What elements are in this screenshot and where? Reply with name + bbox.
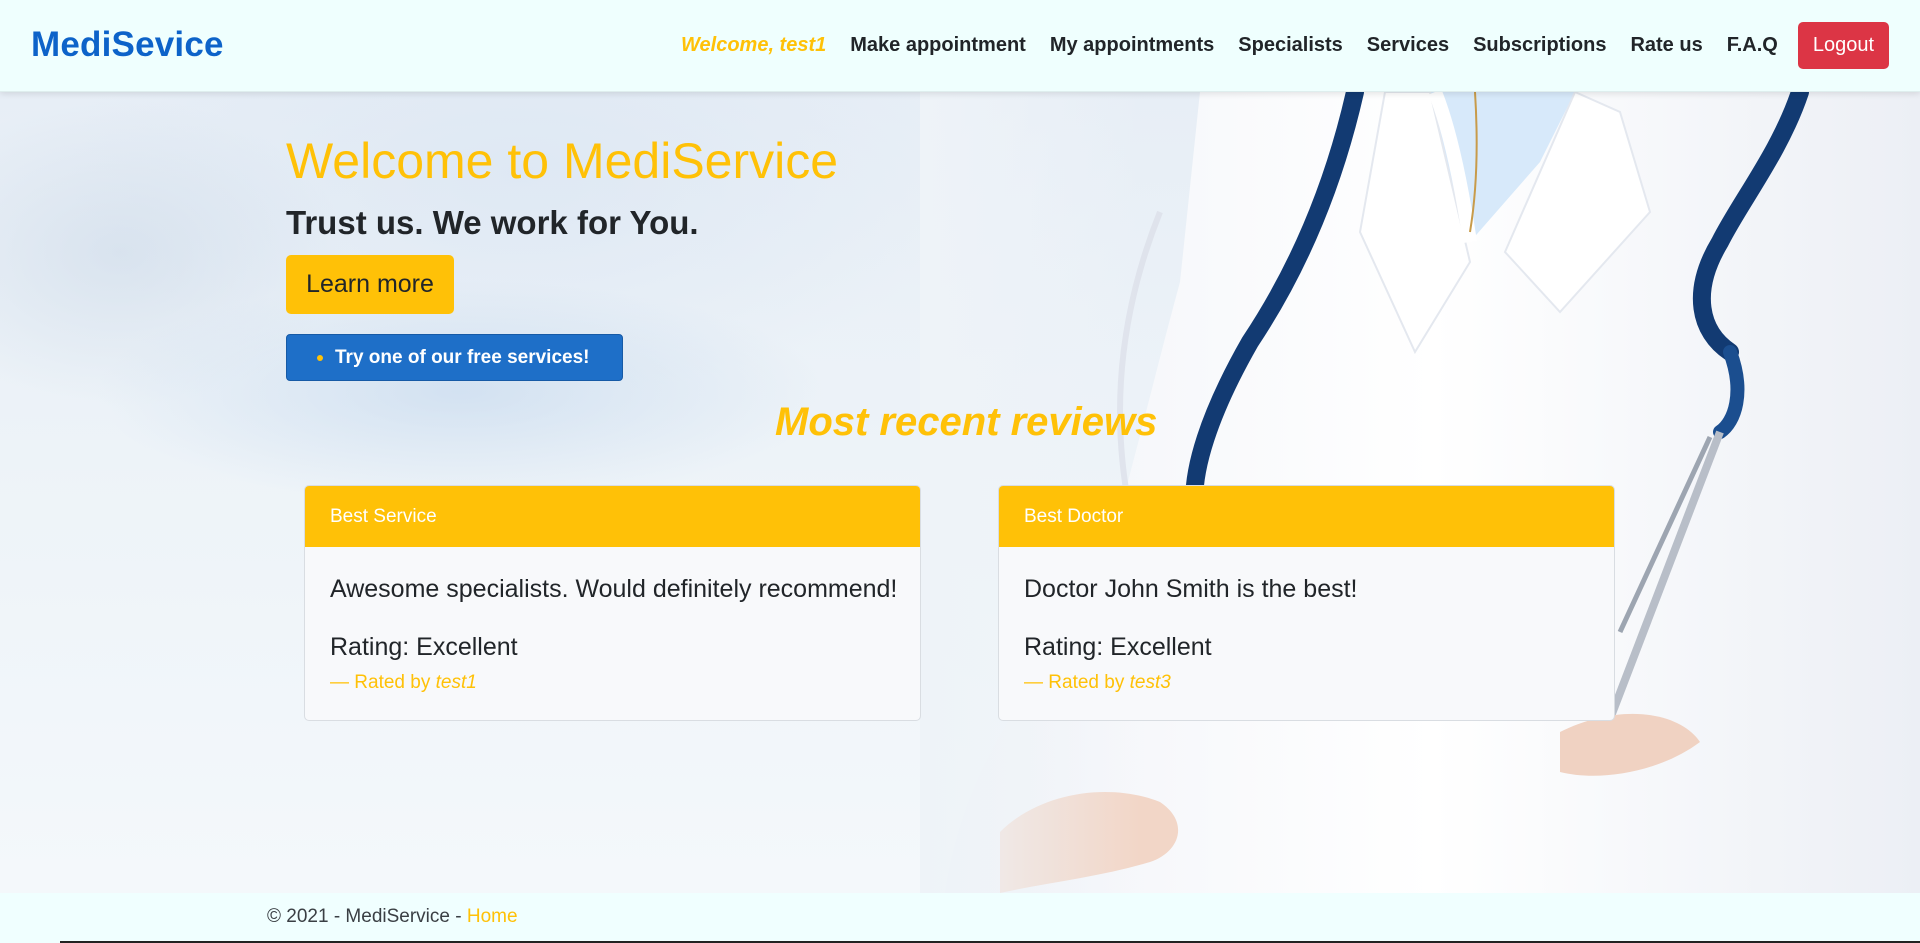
review-card-body: Doctor John Smith is the best! Rating: E… — [999, 547, 1614, 694]
hero-subtitle: Trust us. We work for You. — [286, 204, 699, 241]
review-card-header: Best Doctor — [999, 486, 1614, 547]
nav-subscriptions[interactable]: Subscriptions — [1461, 34, 1618, 57]
nav-my-appointments[interactable]: My appointments — [1038, 34, 1226, 57]
review-rating: Rating: Excellent — [1024, 633, 1212, 661]
nav-rate-us[interactable]: Rate us — [1618, 34, 1714, 57]
review-text: Doctor John Smith is the best! — [1024, 575, 1358, 603]
logout-button[interactable]: Logout — [1797, 22, 1889, 69]
free-services-button[interactable]: Try one of our free services! — [286, 334, 623, 381]
review-rating: Rating: Excellent — [330, 633, 518, 661]
footer-home-link[interactable]: Home — [467, 906, 518, 927]
hero-section: Welcome to MediService Trust us. We work… — [0, 92, 1920, 893]
rated-by-user: test3 — [1129, 672, 1171, 693]
review-text: Awesome specialists. Would definitely re… — [330, 575, 898, 603]
review-author: — Rated by test1 — [330, 672, 895, 694]
review-card: Best Doctor Doctor John Smith is the bes… — [998, 485, 1615, 721]
top-navbar: MediSevice Welcome, test1 Make appointme… — [0, 0, 1920, 92]
nav-faq[interactable]: F.A.Q — [1715, 34, 1790, 57]
rated-by-user: test1 — [435, 672, 477, 693]
bullet-dot-icon — [317, 354, 323, 361]
nav-make-appointment[interactable]: Make appointment — [838, 34, 1038, 57]
reviews-heading: Most recent reviews — [775, 400, 1158, 444]
review-card-body: Awesome specialists. Would definitely re… — [305, 547, 920, 694]
review-card: Best Service Awesome specialists. Would … — [304, 485, 921, 721]
page-footer: © 2021 - MediService - Home — [0, 893, 1920, 943]
rated-by-label: — Rated by — [1024, 672, 1130, 693]
review-author: — Rated by test3 — [1024, 672, 1589, 694]
nav-services[interactable]: Services — [1355, 34, 1461, 57]
nav-menu: Welcome, test1 Make appointment My appoi… — [681, 21, 1889, 70]
copyright-text: © 2021 - MediService - — [267, 906, 467, 927]
hero-title: Welcome to MediService — [286, 133, 839, 189]
rated-by-label: — Rated by — [330, 672, 436, 693]
review-card-header: Best Service — [305, 486, 920, 547]
learn-more-button[interactable]: Learn more — [286, 255, 454, 314]
free-services-label: Try one of our free services! — [335, 346, 590, 368]
welcome-user-text: Welcome, test1 — [681, 34, 827, 56]
brand-logo[interactable]: MediSevice — [31, 25, 224, 65]
nav-specialists[interactable]: Specialists — [1226, 34, 1355, 57]
footer-text: © 2021 - MediService - Home — [267, 906, 518, 928]
